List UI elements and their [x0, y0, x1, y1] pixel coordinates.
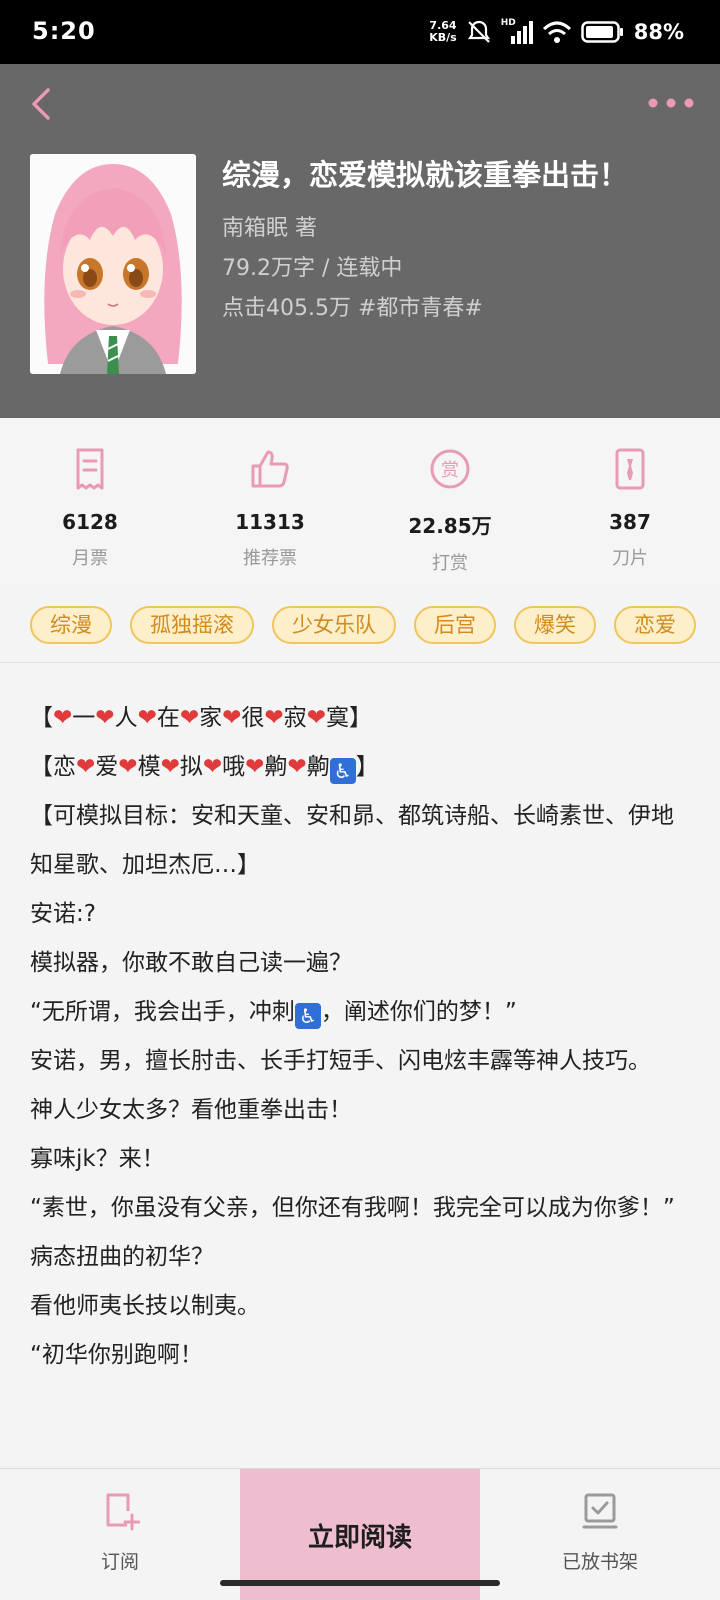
intro-segment: “无所谓，我会出手，冲刺 [30, 999, 295, 1025]
stat-label: 推荐票 [243, 548, 297, 569]
divider [0, 662, 720, 663]
tag-chip[interactable]: 恋爱 [614, 606, 696, 644]
heart-icon: ❤ [137, 705, 157, 731]
thumbs-up-icon [251, 450, 289, 488]
stat-value: 6128 [62, 510, 118, 534]
more-options-icon[interactable] [646, 88, 696, 118]
network-speed: 7.64 KB/s [429, 20, 456, 44]
heart-icon: ❤ [306, 705, 326, 731]
intro-segment: 寞】 [325, 705, 372, 731]
stat-value: 22.85万 [408, 514, 492, 538]
stat-value: 387 [609, 510, 651, 534]
intro-line: 病态扭曲的初华？ [30, 1244, 214, 1270]
intro-line: “初华你别跑啊！ [30, 1342, 203, 1368]
intro-line: 模拟器，你敢不敢自己读一遍？ [30, 950, 352, 976]
intro-line: 寡味jk？来！ [30, 1146, 165, 1172]
wheelchair-icon: ♿ [329, 758, 356, 784]
home-indicator[interactable] [220, 1580, 500, 1586]
stat-label: 打赏 [432, 553, 468, 574]
back-arrow-icon[interactable] [22, 82, 66, 126]
battery-icon [580, 21, 623, 43]
intro-segment: ，阐述你们的梦！” [320, 999, 517, 1025]
svg-text:赏: 赏 [441, 460, 459, 481]
cellular-signal-icon: HD [501, 18, 533, 46]
intro-segment: 【 [30, 705, 53, 731]
heart-icon: ❤ [53, 705, 73, 731]
tag-chip[interactable]: 孤独摇滚 [130, 606, 254, 644]
subscribe-icon [106, 1493, 140, 1531]
bookshelf-label: 已放书架 [561, 1551, 638, 1573]
word-count-status: 79.2万字 / 连载中 [222, 256, 403, 281]
intro-line: 安诺:? [30, 901, 96, 927]
heart-icon: ❤ [76, 754, 96, 780]
tag-list: 综漫 孤独摇滚 少女乐队 后宫 爆笑 恋爱 [0, 606, 720, 646]
blade-ticket-icon [615, 448, 645, 490]
intro-line: 神人少女太多？看他重拳出击！ [30, 1097, 352, 1123]
status-time: 5:20 [32, 17, 96, 45]
stat-label: 刀片 [612, 548, 648, 569]
intro-segment: 很 [241, 705, 265, 731]
intro-line: 【恋❤爱❤模❤拟❤哦❤齁❤齁 ♿】 [30, 743, 690, 792]
intro-segment: 在 [156, 705, 180, 731]
bookshelf-check-icon [582, 1493, 618, 1529]
status-icons: 7.64 KB/s HD 88% [429, 14, 684, 50]
book-introduction: 【❤一❤人❤在❤家❤很❤寂❤寞】 【恋❤爱❤模❤拟❤哦❤齁❤齁 ♿】 【可模拟目标… [30, 694, 690, 1464]
heart-icon: ❤ [287, 754, 307, 780]
status-bar: 5:20 7.64 KB/s HD 88% [0, 0, 720, 64]
author-line[interactable]: 南箱眠 著 [222, 210, 317, 242]
wifi-icon [542, 21, 571, 43]
intro-segment: 人 [114, 705, 138, 731]
intro-segment: 爱 [95, 754, 119, 780]
tag-chip[interactable]: 综漫 [30, 606, 112, 644]
intro-segment: 家 [199, 705, 223, 731]
heart-icon: ❤ [160, 754, 180, 780]
clicks-genre: 点击405.5万 #都市青春# [222, 296, 483, 321]
intro-line: 安诺，男，擅长肘击、长手打短手、闪电炫丰霹等神人技巧。 [30, 1048, 651, 1074]
stat-blade[interactable]: 387 刀片 [540, 446, 720, 570]
intro-segment: 拟 [179, 754, 203, 780]
heart-icon: ❤ [245, 754, 265, 780]
intro-line: “素世，你虽没有父亲，但你还有我啊！我完全可以成为你爹！” [30, 1195, 675, 1221]
battery-percent: 88% [633, 20, 684, 44]
book-stats: 6128 月票 11313 推荐票 赏 22.85万 打赏 387 刀片 [0, 418, 720, 590]
reward-icon: 赏 [430, 449, 470, 489]
wheelchair-icon: ♿ [294, 1003, 321, 1029]
stat-recommend-ticket[interactable]: 11313 推荐票 [180, 446, 360, 570]
stat-reward[interactable]: 赏 22.85万 打赏 [360, 446, 540, 575]
stat-label: 月票 [72, 548, 108, 569]
heart-icon: ❤ [222, 705, 242, 731]
bell-muted-icon [467, 20, 490, 43]
intro-segment: 】 [355, 754, 379, 780]
stat-monthly-ticket[interactable]: 6128 月票 [0, 446, 180, 570]
intro-line: 【❤一❤人❤在❤家❤很❤寂❤寞】 [30, 694, 690, 743]
intro-line: “无所谓，我会出手，冲刺 ♿ ，阐述你们的梦！” [30, 988, 690, 1037]
intro-segment: 齁 [306, 754, 330, 780]
subscribe-button[interactable]: 订阅 [0, 1469, 240, 1600]
subscribe-label: 订阅 [100, 1551, 139, 1573]
stat-value: 11313 [235, 510, 305, 534]
heart-icon: ❤ [118, 754, 138, 780]
tag-chip[interactable]: 后宫 [414, 606, 496, 644]
intro-line: 【可模拟目标：安和天童、安和昴、都筑诗船、长崎素世、伊地知星歌、加坦杰厄…】 [30, 803, 674, 878]
heart-icon: ❤ [264, 705, 284, 731]
intro-segment: 寂 [283, 705, 307, 731]
tag-chip[interactable]: 少女乐队 [272, 606, 396, 644]
intro-segment: 【恋 [30, 754, 76, 780]
network-speed-unit: KB/s [429, 31, 457, 44]
monthly-ticket-icon [76, 448, 104, 490]
heart-icon: ❤ [95, 705, 115, 731]
tag-chip[interactable]: 爆笑 [514, 606, 596, 644]
intro-segment: 齁 [264, 754, 288, 780]
bookshelf-button[interactable]: 已放书架 [480, 1469, 720, 1600]
heart-icon: ❤ [202, 754, 223, 780]
heart-icon: ❤ [179, 705, 200, 731]
book-header: 综漫，恋爱模拟就该重拳出击！ 南箱眠 著 79.2万字 / 连载中 点击405.… [0, 64, 720, 418]
intro-segment: 一 [72, 705, 96, 731]
book-title: 综漫，恋爱模拟就该重拳出击！ [222, 158, 629, 192]
intro-line: 看他师夷长技以制夷。 [30, 1293, 260, 1319]
intro-segment: 模 [137, 754, 161, 780]
book-cover[interactable] [30, 154, 196, 374]
intro-segment: 哦 [222, 754, 246, 780]
